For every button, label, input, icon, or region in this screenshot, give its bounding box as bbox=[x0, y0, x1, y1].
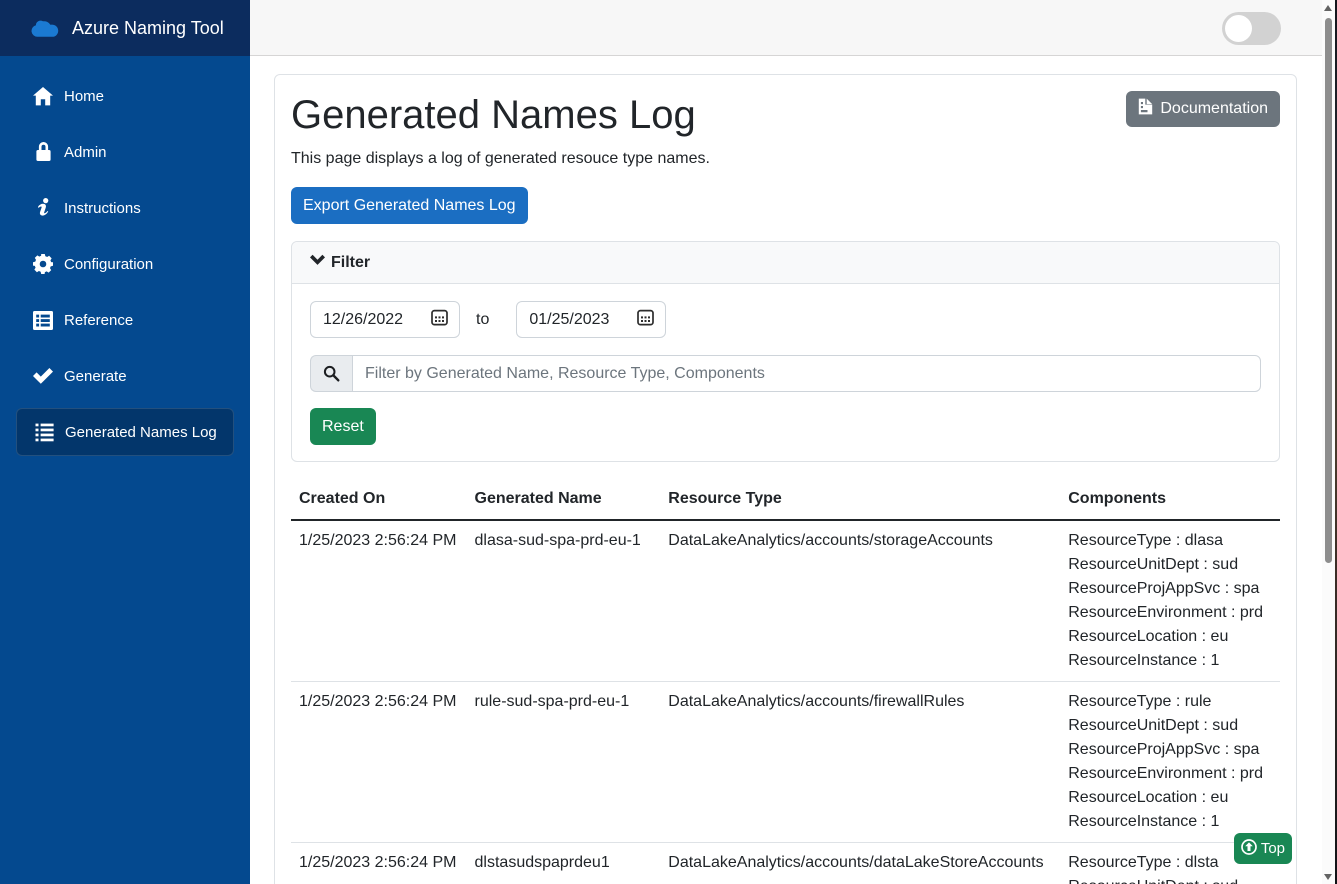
documentation-button[interactable]: Documentation bbox=[1126, 91, 1280, 127]
component-line: ResourceInstance : 1 bbox=[1068, 810, 1272, 834]
component-line: ResourceEnvironment : prd bbox=[1068, 762, 1272, 786]
search-icon bbox=[323, 365, 340, 382]
log-table: Created OnGenerated NameResource TypeCom… bbox=[291, 479, 1280, 884]
sidebar-nav: Home Admin bbox=[0, 56, 250, 456]
top-bar bbox=[250, 0, 1337, 56]
scrollbar[interactable] bbox=[1322, 0, 1335, 884]
search-group bbox=[310, 355, 1261, 392]
search-input[interactable] bbox=[352, 355, 1261, 392]
check-icon bbox=[33, 366, 53, 386]
sidebar-item-configuration[interactable]: Configuration bbox=[16, 240, 234, 288]
cell-components: ResourceType : ruleResourceUnitDept : su… bbox=[1060, 682, 1280, 843]
cell-generated-name: dlasa-sud-spa-prd-eu-1 bbox=[467, 520, 661, 682]
column-header: Components bbox=[1060, 479, 1280, 520]
sidebar-item-label: Instructions bbox=[64, 200, 141, 217]
scroll-up-arrow[interactable] bbox=[1324, 5, 1332, 11]
cell-generated-name: rule-sud-spa-prd-eu-1 bbox=[467, 682, 661, 843]
component-line: ResourceLocation : eu bbox=[1068, 625, 1272, 649]
table-row: 1/25/2023 2:56:24 PM rule-sud-spa-prd-eu… bbox=[291, 682, 1280, 843]
cell-components: ResourceType : dlasaResourceUnitDept : s… bbox=[1060, 520, 1280, 682]
component-line: ResourceLocation : eu bbox=[1068, 786, 1272, 810]
cell-resource-type: DataLakeAnalytics/accounts/dataLakeStore… bbox=[660, 843, 1060, 884]
documentation-label: Documentation bbox=[1160, 100, 1268, 118]
column-header: Generated Name bbox=[467, 479, 661, 520]
sidebar-item-reference[interactable]: Reference bbox=[16, 296, 234, 344]
cell-generated-name: dlstasudspaprdeu1 bbox=[467, 843, 661, 884]
cell-created-on: 1/25/2023 2:56:24 PM bbox=[291, 520, 467, 682]
sidebar-item-label: Home bbox=[64, 88, 104, 105]
date-from-value: 12/26/2022 bbox=[323, 311, 403, 329]
table-body: 1/25/2023 2:56:24 PM dlasa-sud-spa-prd-e… bbox=[291, 520, 1280, 884]
info-icon bbox=[33, 198, 53, 218]
sidebar-item-home[interactable]: Home bbox=[16, 72, 234, 120]
date-to-input[interactable]: 01/25/2023 bbox=[516, 301, 666, 338]
reset-button[interactable]: Reset bbox=[310, 408, 376, 445]
table-header-row: Created OnGenerated NameResource TypeCom… bbox=[291, 479, 1280, 520]
back-to-top-label: Top bbox=[1261, 840, 1285, 857]
component-line: ResourceUnitDept : sud bbox=[1068, 875, 1272, 884]
list-icon bbox=[34, 422, 54, 442]
component-line: ResourceProjAppSvc : spa bbox=[1068, 738, 1272, 762]
sidebar-item-generate[interactable]: Generate bbox=[16, 352, 234, 400]
lock-icon bbox=[33, 142, 53, 162]
sidebar-item-label: Configuration bbox=[64, 256, 153, 273]
scroll-down-arrow[interactable] bbox=[1324, 874, 1332, 880]
sidebar: Azure Naming Tool Home bbox=[0, 0, 250, 884]
date-range-to-label: to bbox=[476, 311, 489, 329]
table-row: 1/25/2023 2:56:24 PM dlasa-sud-spa-prd-e… bbox=[291, 520, 1280, 682]
dark-mode-toggle[interactable] bbox=[1222, 12, 1281, 45]
date-range-row: 12/26/2022 bbox=[310, 301, 1261, 338]
export-button[interactable]: Export Generated Names Log bbox=[291, 187, 528, 224]
column-header: Resource Type bbox=[660, 479, 1060, 520]
sidebar-item-admin[interactable]: Admin bbox=[16, 128, 234, 176]
calendar-icon[interactable] bbox=[637, 309, 654, 331]
gear-icon bbox=[33, 254, 53, 274]
arrow-circle-up-icon bbox=[1241, 839, 1257, 859]
cell-created-on: 1/25/2023 2:56:24 PM bbox=[291, 843, 467, 884]
component-line: ResourceEnvironment : prd bbox=[1068, 601, 1272, 625]
filter-header[interactable]: Filter bbox=[292, 242, 1279, 284]
component-line: ResourceUnitDept : sud bbox=[1068, 553, 1272, 577]
filter-title: Filter bbox=[331, 254, 370, 272]
cell-resource-type: DataLakeAnalytics/accounts/storageAccoun… bbox=[660, 520, 1060, 682]
scrollbar-thumb[interactable] bbox=[1325, 18, 1332, 563]
component-line: ResourceUnitDept : sud bbox=[1068, 714, 1272, 738]
filter-body: 12/26/2022 bbox=[292, 284, 1279, 461]
app-title: Azure Naming Tool bbox=[72, 18, 224, 39]
chevron-down-icon bbox=[310, 254, 325, 272]
cell-resource-type: DataLakeAnalytics/accounts/firewallRules bbox=[660, 682, 1060, 843]
sidebar-item-label: Reference bbox=[64, 312, 133, 329]
content-card: Generated Names Log Documentation This p… bbox=[274, 74, 1297, 884]
sidebar-item-instructions[interactable]: Instructions bbox=[16, 184, 234, 232]
component-line: ResourceInstance : 1 bbox=[1068, 649, 1272, 673]
date-from-input[interactable]: 12/26/2022 bbox=[310, 301, 460, 338]
brand: Azure Naming Tool bbox=[0, 0, 250, 56]
spreadsheet-icon bbox=[33, 310, 53, 330]
component-line: ResourceType : dlasa bbox=[1068, 529, 1272, 553]
sidebar-item-generated-names-log[interactable]: Generated Names Log bbox=[16, 408, 234, 456]
calendar-icon[interactable] bbox=[431, 309, 448, 331]
cell-created-on: 1/25/2023 2:56:24 PM bbox=[291, 682, 467, 843]
column-header: Created On bbox=[291, 479, 467, 520]
search-icon-box bbox=[310, 355, 352, 392]
page-head: Generated Names Log Documentation bbox=[291, 91, 1280, 139]
back-to-top-button[interactable]: Top bbox=[1234, 833, 1292, 864]
page-subtitle: This page displays a log of generated re… bbox=[291, 147, 1280, 171]
component-line: ResourceProjAppSvc : spa bbox=[1068, 577, 1272, 601]
sidebar-item-label: Generate bbox=[64, 368, 127, 385]
home-icon bbox=[33, 86, 53, 106]
date-to-value: 01/25/2023 bbox=[529, 311, 609, 329]
sidebar-item-label: Generated Names Log bbox=[65, 424, 217, 441]
cloud-icon bbox=[31, 20, 59, 37]
toggle-knob bbox=[1225, 15, 1252, 42]
filter-panel: Filter 12/26/2022 bbox=[291, 241, 1280, 462]
component-line: ResourceType : rule bbox=[1068, 690, 1272, 714]
table-row: 1/25/2023 2:56:24 PM dlstasudspaprdeu1 D… bbox=[291, 843, 1280, 884]
document-icon bbox=[1138, 98, 1153, 120]
sidebar-item-label: Admin bbox=[64, 144, 107, 161]
